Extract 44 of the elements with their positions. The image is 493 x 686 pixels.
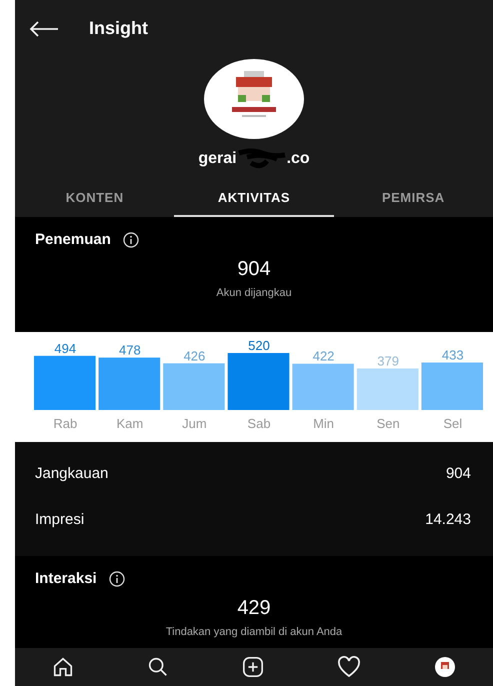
heart-icon[interactable]	[337, 656, 362, 678]
username-text: gerai	[198, 150, 237, 168]
reach-count: 904	[237, 258, 271, 282]
tab[interactable]: PEMIRSA	[334, 180, 493, 218]
chart-bar	[292, 364, 354, 410]
section-title: Interaksi	[35, 570, 97, 588]
page-title: Insight	[89, 18, 148, 40]
info-icon[interactable]	[122, 232, 139, 248]
username-text: .co	[286, 150, 310, 168]
tab[interactable]: KONTEN	[15, 180, 174, 218]
chart-bar	[163, 364, 225, 410]
bar-value-label: 520	[248, 338, 270, 354]
day-label: Sel	[443, 416, 462, 432]
section-title: Penemuan	[35, 231, 111, 248]
bar-value-label: 478	[119, 343, 141, 358]
chart-bar	[98, 358, 160, 410]
bar-value-label: 422	[312, 349, 334, 364]
chart-bar	[34, 356, 96, 410]
interaction-count: 429	[237, 597, 271, 620]
back-arrow-icon[interactable]	[29, 20, 59, 38]
day-label: Min	[313, 416, 334, 432]
day-label: Sab	[247, 416, 271, 432]
day-label: Kam	[116, 416, 144, 432]
reach-caption: Akun dijangkau	[216, 287, 292, 300]
bar-value-label: 426	[184, 348, 206, 364]
chart-bar	[356, 368, 418, 410]
add-icon[interactable]	[242, 656, 264, 678]
metric-value: 904	[446, 464, 471, 482]
day-label: Sen	[376, 416, 400, 432]
metric-value: 14.243	[425, 510, 471, 528]
chart-bar	[228, 353, 290, 410]
bar-value-label: 494	[54, 341, 76, 356]
metric-label: Impresi	[35, 510, 84, 528]
chart-bar	[421, 362, 483, 410]
bar-value-label: 379	[377, 354, 399, 369]
day-label: Jum	[182, 416, 207, 432]
home-icon[interactable]	[52, 656, 74, 678]
interaction-caption: Tindakan yang diambil di akun Anda	[166, 626, 342, 638]
info-icon[interactable]	[108, 570, 125, 587]
search-icon[interactable]	[146, 656, 169, 678]
metric-label: Jangkauan	[35, 464, 108, 482]
profile-avatar-icon[interactable]	[434, 656, 456, 678]
day-label: Rab	[53, 416, 78, 432]
bar-value-label: 433	[442, 348, 464, 363]
